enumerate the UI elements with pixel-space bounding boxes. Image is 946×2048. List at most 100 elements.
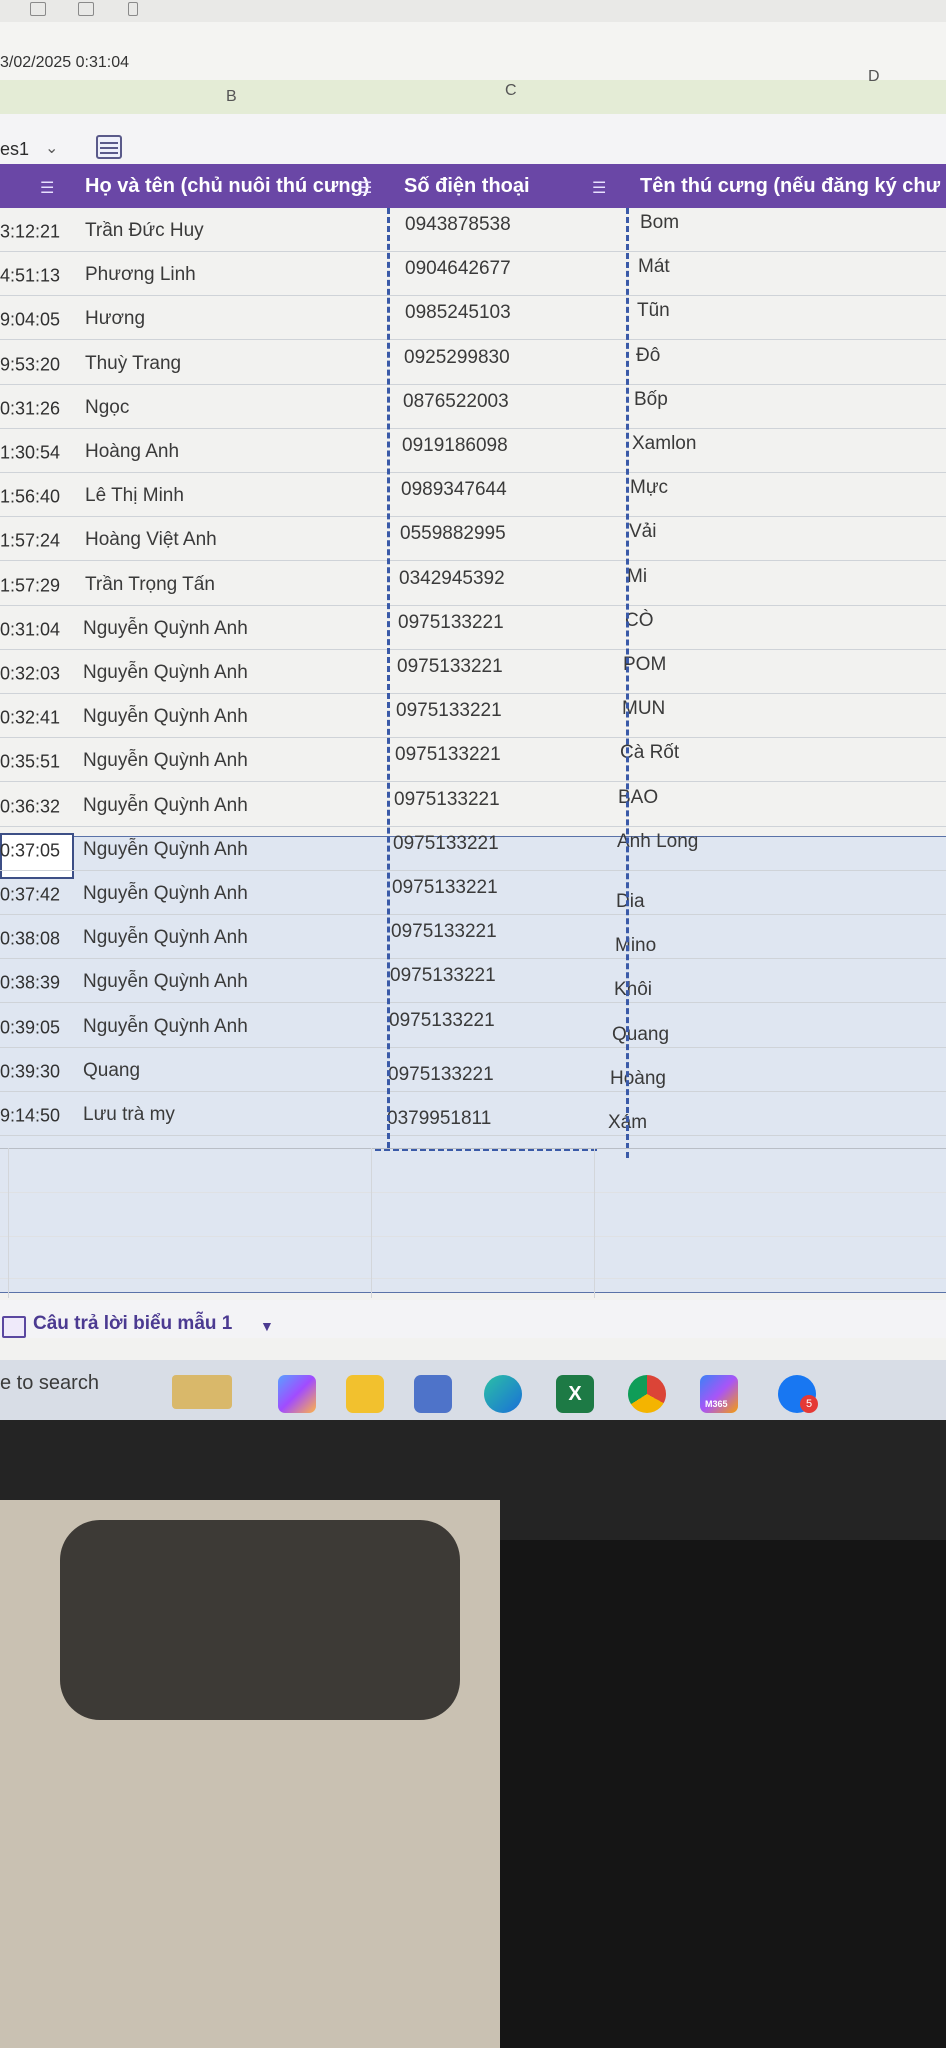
table-row[interactable]: 9:04:05 Hương 0985245103 Tũn bbox=[0, 296, 946, 341]
m365-icon[interactable]: M365 bbox=[700, 1375, 738, 1413]
owner-name-cell[interactable]: Nguyễn Quỳnh Anh bbox=[83, 750, 248, 772]
timestamp-cell[interactable]: 1:57:29 bbox=[0, 575, 60, 596]
owner-name-cell[interactable]: Nguyễn Quỳnh Anh bbox=[83, 927, 248, 949]
timestamp-cell[interactable]: 1:30:54 bbox=[0, 443, 60, 464]
pet-name-cell[interactable]: Mực bbox=[630, 477, 668, 499]
table-row[interactable]: 1:56:40 Lê Thị Minh 0989347644 Mực bbox=[0, 473, 946, 518]
owner-name-cell[interactable]: Nguyễn Quỳnh Anh bbox=[83, 618, 248, 640]
phone-cell[interactable]: 0559882995 bbox=[400, 523, 506, 545]
pet-name-cell[interactable]: Đô bbox=[636, 345, 660, 367]
pet-name-cell[interactable]: Anh Long bbox=[617, 831, 698, 853]
excel-icon[interactable]: X bbox=[556, 1375, 594, 1413]
phone-cell[interactable]: 0975133221 bbox=[392, 877, 498, 899]
phone-cell[interactable]: 0342945392 bbox=[399, 568, 505, 590]
pet-name-cell[interactable]: Bốp bbox=[634, 389, 668, 411]
owner-name-cell[interactable]: Hoàng Anh bbox=[85, 441, 179, 463]
phone-cell[interactable]: 0975133221 bbox=[395, 744, 501, 766]
pet-name-cell[interactable]: Mi bbox=[627, 566, 647, 588]
table-row[interactable]: 0:37:42 Nguyễn Quỳnh Anh 0975133221 Dia bbox=[0, 871, 946, 915]
edge-icon[interactable] bbox=[484, 1375, 522, 1413]
touch-mode-icon[interactable] bbox=[128, 2, 138, 16]
timestamp-cell[interactable]: 1:56:40 bbox=[0, 487, 60, 508]
pet-name-cell[interactable]: BAO bbox=[618, 787, 658, 809]
owner-name-cell[interactable]: Lê Thị Minh bbox=[85, 485, 184, 507]
pet-name-cell[interactable]: Quang bbox=[612, 1024, 669, 1046]
table-row[interactable]: 0:31:26 Ngọc 0876522003 Bốp bbox=[0, 385, 946, 429]
timestamp-cell[interactable]: 0:37:05 bbox=[0, 840, 60, 861]
timestamp-cell[interactable]: 9:14:50 bbox=[0, 1106, 60, 1127]
table-row[interactable]: 0:32:03 Nguyễn Quỳnh Anh 0975133221 POM bbox=[0, 650, 946, 694]
pet-name-cell[interactable]: POM bbox=[623, 654, 666, 676]
owner-name-cell[interactable]: Nguyễn Quỳnh Anh bbox=[83, 795, 248, 817]
timestamp-cell[interactable]: 0:32:03 bbox=[0, 664, 60, 685]
pet-name-cell[interactable]: Bom bbox=[640, 212, 679, 234]
phone-cell[interactable]: 0975133221 bbox=[388, 1064, 494, 1086]
owner-name-cell[interactable]: Ngọc bbox=[85, 397, 129, 419]
owner-name-cell[interactable]: Phương Linh bbox=[85, 264, 196, 286]
pet-name-cell[interactable]: CÒ bbox=[625, 610, 654, 632]
owner-name-cell[interactable]: Thuỳ Trang bbox=[85, 353, 181, 375]
timestamp-cell[interactable]: 4:51:13 bbox=[0, 266, 60, 287]
table-row[interactable]: 0:31:04 Nguyễn Quỳnh Anh 0975133221 CÒ bbox=[0, 606, 946, 650]
filter-icon[interactable]: ☰ bbox=[592, 178, 606, 198]
table-row[interactable]: 0:35:51 Nguyễn Quỳnh Anh 0975133221 Cà Rốt bbox=[0, 738, 946, 783]
timestamp-cell[interactable]: 0:31:26 bbox=[0, 398, 60, 419]
pet-name-cell[interactable]: Hoàng bbox=[610, 1068, 666, 1090]
owner-name-cell[interactable]: Nguyễn Quỳnh Anh bbox=[83, 883, 248, 905]
phone-cell[interactable]: 0985245103 bbox=[405, 302, 511, 324]
timestamp-cell[interactable]: 0:36:32 bbox=[0, 796, 60, 817]
phone-cell[interactable]: 0904642677 bbox=[405, 258, 511, 280]
owner-name-cell[interactable]: Nguyễn Quỳnh Anh bbox=[83, 1016, 248, 1038]
owner-name-cell[interactable]: Trần Đức Huy bbox=[85, 220, 204, 242]
phone-cell[interactable]: 0975133221 bbox=[397, 656, 503, 678]
table-row[interactable]: 0:36:32 Nguyễn Quỳnh Anh 0975133221 BAO bbox=[0, 783, 946, 827]
phone-cell[interactable]: 0876522003 bbox=[403, 391, 509, 413]
filter-icon[interactable]: ☰ bbox=[358, 178, 372, 198]
timestamp-cell[interactable]: 0:37:42 bbox=[0, 885, 60, 906]
timestamp-cell[interactable]: 9:53:20 bbox=[0, 354, 60, 375]
table-row[interactable]: 0:39:05 Nguyễn Quỳnh Anh 0975133221 Quang bbox=[0, 1004, 946, 1048]
phone-cell[interactable]: 0989347644 bbox=[401, 479, 507, 501]
header-pet-name[interactable]: Tên thú cưng (nếu đăng ký chư bbox=[640, 175, 940, 198]
zalo-icon[interactable]: 5 bbox=[778, 1375, 818, 1413]
table-row[interactable]: 3:12:21 Trần Đức Huy 0943878538 Bom bbox=[0, 208, 946, 252]
phone-cell[interactable]: 0943878538 bbox=[405, 214, 511, 236]
header-phone[interactable]: Số điện thoại bbox=[404, 175, 530, 198]
phone-cell[interactable]: 0975133221 bbox=[391, 921, 497, 943]
filter-icon[interactable]: ☰ bbox=[40, 178, 54, 198]
header-owner-name[interactable]: Họ và tên (chủ nuôi thú cưng) bbox=[85, 175, 369, 198]
timestamp-cell[interactable]: 0:32:41 bbox=[0, 708, 60, 729]
table-row[interactable]: 9:53:20 Thuỳ Trang 0925299830 Đô bbox=[0, 341, 946, 385]
pet-name-cell[interactable]: Vải bbox=[629, 521, 656, 543]
table-row[interactable]: 1:57:24 Hoàng Việt Anh 0559882995 Vải bbox=[0, 517, 946, 562]
phone-cell[interactable]: 0975133221 bbox=[396, 700, 502, 722]
save-icon[interactable] bbox=[78, 2, 94, 16]
keyboard-widget-icon[interactable] bbox=[172, 1375, 232, 1409]
table-row[interactable]: 1:30:54 Hoàng Anh 0919186098 Xamlon bbox=[0, 429, 946, 473]
owner-name-cell[interactable]: Nguyễn Quỳnh Anh bbox=[83, 839, 248, 861]
table-row[interactable]: 0:39:30 Quang 0975133221 Hoàng bbox=[0, 1048, 946, 1092]
store-icon[interactable] bbox=[414, 1375, 452, 1413]
pet-name-cell[interactable]: Tũn bbox=[637, 300, 670, 322]
timestamp-cell[interactable]: 1:57:24 bbox=[0, 531, 60, 552]
table-row[interactable]: 0:32:41 Nguyễn Quỳnh Anh 0975133221 MUN bbox=[0, 694, 946, 739]
table-row[interactable]: 0:38:08 Nguyễn Quỳnh Anh 0975133221 Mino bbox=[0, 915, 946, 960]
caret-down-icon[interactable]: ▼ bbox=[260, 1318, 274, 1334]
timestamp-cell[interactable]: 0:39:05 bbox=[0, 1017, 60, 1038]
copilot-icon[interactable] bbox=[278, 1375, 316, 1413]
timestamp-cell[interactable]: 0:35:51 bbox=[0, 752, 60, 773]
timestamp-cell[interactable]: 0:38:39 bbox=[0, 973, 60, 994]
owner-name-cell[interactable]: Hoàng Việt Anh bbox=[85, 529, 217, 551]
timestamp-cell[interactable]: 0:39:30 bbox=[0, 1061, 60, 1082]
pet-name-cell[interactable]: Khôi bbox=[614, 979, 652, 1001]
table-row[interactable]: 1:57:29 Trần Trọng Tấn 0342945392 Mi bbox=[0, 562, 946, 606]
column-letter-c[interactable]: C bbox=[505, 82, 517, 100]
undo-icon[interactable] bbox=[30, 2, 46, 16]
owner-name-cell[interactable]: Hương bbox=[85, 308, 145, 330]
pet-name-cell[interactable]: Mino bbox=[615, 935, 656, 957]
column-letter-b[interactable]: B bbox=[226, 88, 237, 106]
phone-cell[interactable]: 0975133221 bbox=[393, 833, 499, 855]
sheet-tab-responses[interactable]: Câu trả lời biểu mẫu 1 bbox=[33, 1313, 232, 1335]
owner-name-cell[interactable]: Trần Trọng Tấn bbox=[85, 574, 215, 596]
phone-cell[interactable]: 0379951811 bbox=[387, 1108, 491, 1130]
